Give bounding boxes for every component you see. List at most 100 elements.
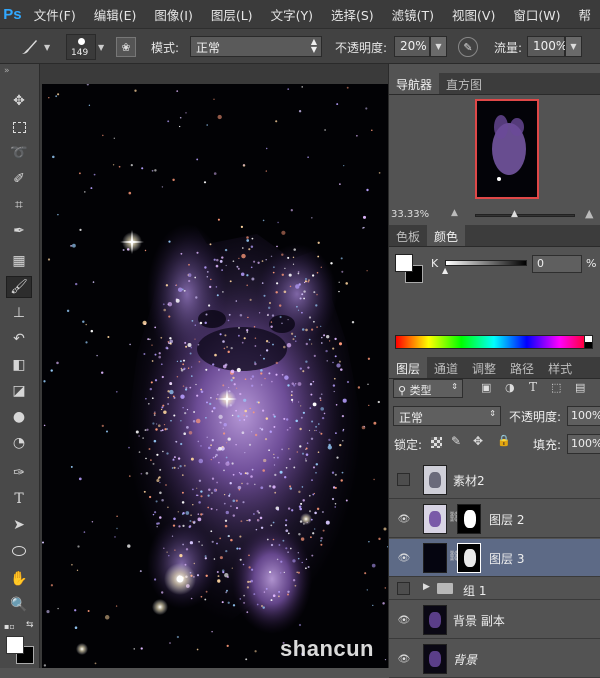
lasso-tool-icon[interactable]: ➰: [6, 142, 32, 164]
brush-tool-icon[interactable]: 🖌: [6, 276, 32, 298]
layer-row-sucai2[interactable]: 素材2: [389, 461, 600, 499]
layer-mask-thumbnail[interactable]: [457, 504, 481, 534]
type-tool-icon[interactable]: T: [6, 488, 32, 510]
healing-brush-tool-icon[interactable]: ▦: [6, 250, 32, 272]
zoom-in-icon[interactable]: ▲: [585, 207, 593, 220]
menu-filter[interactable]: 滤镜(T): [383, 5, 443, 24]
layer-row-group1[interactable]: ▶ 组 1: [389, 578, 600, 600]
tab-histogram[interactable]: 直方图: [439, 73, 489, 94]
tab-adjustments[interactable]: 调整: [465, 357, 503, 378]
layer-row-layer2[interactable]: 👁 ⛓ 图层 2: [389, 500, 600, 538]
tab-styles[interactable]: 样式: [541, 357, 579, 378]
hand-tool-icon[interactable]: ✋: [6, 568, 32, 590]
shape-tool-icon[interactable]: [6, 540, 32, 562]
zoom-out-icon[interactable]: ▲: [451, 208, 465, 218]
filter-type-icon[interactable]: T: [529, 380, 537, 394]
menu-edit[interactable]: 编辑(E): [85, 5, 146, 24]
lock-all-icon[interactable]: 🔒: [497, 434, 511, 447]
layer-name[interactable]: 图层 2: [489, 511, 524, 528]
menu-image[interactable]: 图像(I): [145, 5, 201, 24]
collapse-panel-icon[interactable]: »: [4, 66, 10, 76]
navigator-preview[interactable]: [475, 99, 539, 199]
filter-shape-icon[interactable]: ⬚: [551, 381, 561, 394]
pressure-opacity-icon[interactable]: ✎: [458, 37, 478, 57]
paint-bucket-tool-icon[interactable]: ◪: [6, 380, 32, 402]
tab-channels[interactable]: 通道: [427, 357, 465, 378]
group-expand-arrow-icon[interactable]: ▶: [423, 582, 430, 592]
tab-layers[interactable]: 图层: [389, 357, 428, 378]
tab-color[interactable]: 颜色: [427, 225, 466, 246]
k-slider-handle[interactable]: ▲: [442, 266, 448, 275]
eye-icon[interactable]: 👁: [397, 613, 411, 627]
menu-view[interactable]: 视图(V): [443, 5, 504, 24]
flow-dropdown-icon[interactable]: ▼: [565, 36, 582, 57]
eye-icon[interactable]: 👁: [397, 652, 411, 666]
history-brush-tool-icon[interactable]: ↶: [6, 328, 32, 350]
brush-panel-toggle-icon[interactable]: ❀: [116, 37, 136, 57]
eraser-tool-icon[interactable]: ◧: [6, 354, 32, 376]
k-value-input[interactable]: 0: [532, 255, 582, 273]
brush-picker-arrow-icon[interactable]: ▼: [98, 43, 104, 52]
layer-mask-thumbnail[interactable]: [457, 543, 481, 573]
eye-icon[interactable]: 👁: [397, 551, 411, 565]
layer-name[interactable]: 素材2: [453, 472, 485, 489]
layer-name[interactable]: 图层 3: [489, 550, 524, 567]
layer-row-background[interactable]: 👁 背景: [389, 640, 600, 678]
brush-picker[interactable]: 149: [66, 34, 96, 60]
swap-colors-icon[interactable]: ⇆: [26, 620, 34, 630]
lock-pixels-icon[interactable]: ✎: [451, 434, 461, 448]
pen-tool-icon[interactable]: ✑: [6, 462, 32, 484]
filter-image-icon[interactable]: ▣: [481, 381, 491, 394]
mode-select[interactable]: 正常 ▲ ▼: [190, 36, 322, 57]
eyedropper-tool-icon[interactable]: ✒: [6, 220, 32, 242]
menu-help[interactable]: 帮: [569, 5, 600, 24]
menu-file[interactable]: 文件(F): [25, 5, 85, 24]
visibility-toggle-empty[interactable]: [397, 473, 410, 486]
zoom-slider-handle[interactable]: ▲: [511, 209, 518, 219]
menu-window[interactable]: 窗口(W): [504, 5, 569, 24]
dodge-tool-icon[interactable]: ◔: [6, 432, 32, 454]
default-colors-icon[interactable]: ▪▫: [4, 622, 15, 631]
menu-select[interactable]: 选择(S): [322, 5, 383, 24]
visibility-toggle-empty[interactable]: [397, 582, 410, 595]
layer-name[interactable]: 背景 副本: [453, 612, 505, 629]
brush-tool-preset-icon[interactable]: [14, 35, 44, 59]
blur-tool-icon[interactable]: ●: [6, 406, 32, 428]
layer-row-background-copy[interactable]: 👁 背景 副本: [389, 601, 600, 639]
blend-mode-select[interactable]: 正常 ⇕: [393, 406, 501, 426]
layer-row-layer3[interactable]: 👁 ⛓ 图层 3: [389, 539, 600, 577]
clone-stamp-tool-icon[interactable]: ⊥: [6, 302, 32, 324]
lock-position-icon[interactable]: ✥: [473, 434, 483, 448]
layer-opacity-input[interactable]: 100%: [567, 406, 600, 426]
tab-navigator[interactable]: 导航器: [389, 73, 440, 94]
path-select-tool-icon[interactable]: ➤: [6, 514, 32, 536]
tab-swatches[interactable]: 色板: [389, 225, 427, 246]
layer-name[interactable]: 组 1: [463, 582, 486, 599]
zoom-percentage[interactable]: 33.33%: [391, 209, 429, 220]
tool-preset-dropdown-icon[interactable]: ▼: [44, 43, 50, 52]
opacity-dropdown-icon[interactable]: ▼: [430, 36, 447, 57]
zoom-tool-icon[interactable]: 🔍: [6, 594, 32, 616]
foreground-color-swatch[interactable]: [6, 636, 24, 654]
color-fg-swatch[interactable]: [395, 254, 413, 272]
marquee-tool-icon[interactable]: [6, 116, 32, 138]
move-tool-icon[interactable]: ✥: [6, 90, 32, 112]
filter-smart-object-icon[interactable]: ▤: [575, 381, 585, 394]
document-canvas[interactable]: shancun: [42, 84, 388, 668]
fill-input[interactable]: 100%: [567, 434, 600, 454]
filter-adjustment-icon[interactable]: ◑: [505, 381, 515, 394]
quick-select-tool-icon[interactable]: ✐: [6, 168, 32, 190]
zoom-slider[interactable]: [475, 214, 575, 217]
menu-type[interactable]: 文字(Y): [262, 5, 322, 24]
color-spectrum-bar[interactable]: [395, 335, 593, 349]
layer-name[interactable]: 背景: [453, 651, 477, 668]
tab-paths[interactable]: 路径: [503, 357, 541, 378]
k-slider[interactable]: [445, 260, 527, 266]
opacity-input[interactable]: 20%: [394, 36, 430, 57]
lock-transparency-icon[interactable]: [431, 437, 442, 448]
crop-tool-icon[interactable]: ⌗: [6, 194, 32, 216]
flow-input[interactable]: 100%: [527, 36, 567, 57]
eye-icon[interactable]: 👁: [397, 512, 411, 526]
layer-filter-select[interactable]: ⚲ 类型 ⇕: [393, 379, 463, 398]
menu-layer[interactable]: 图层(L): [202, 5, 262, 24]
